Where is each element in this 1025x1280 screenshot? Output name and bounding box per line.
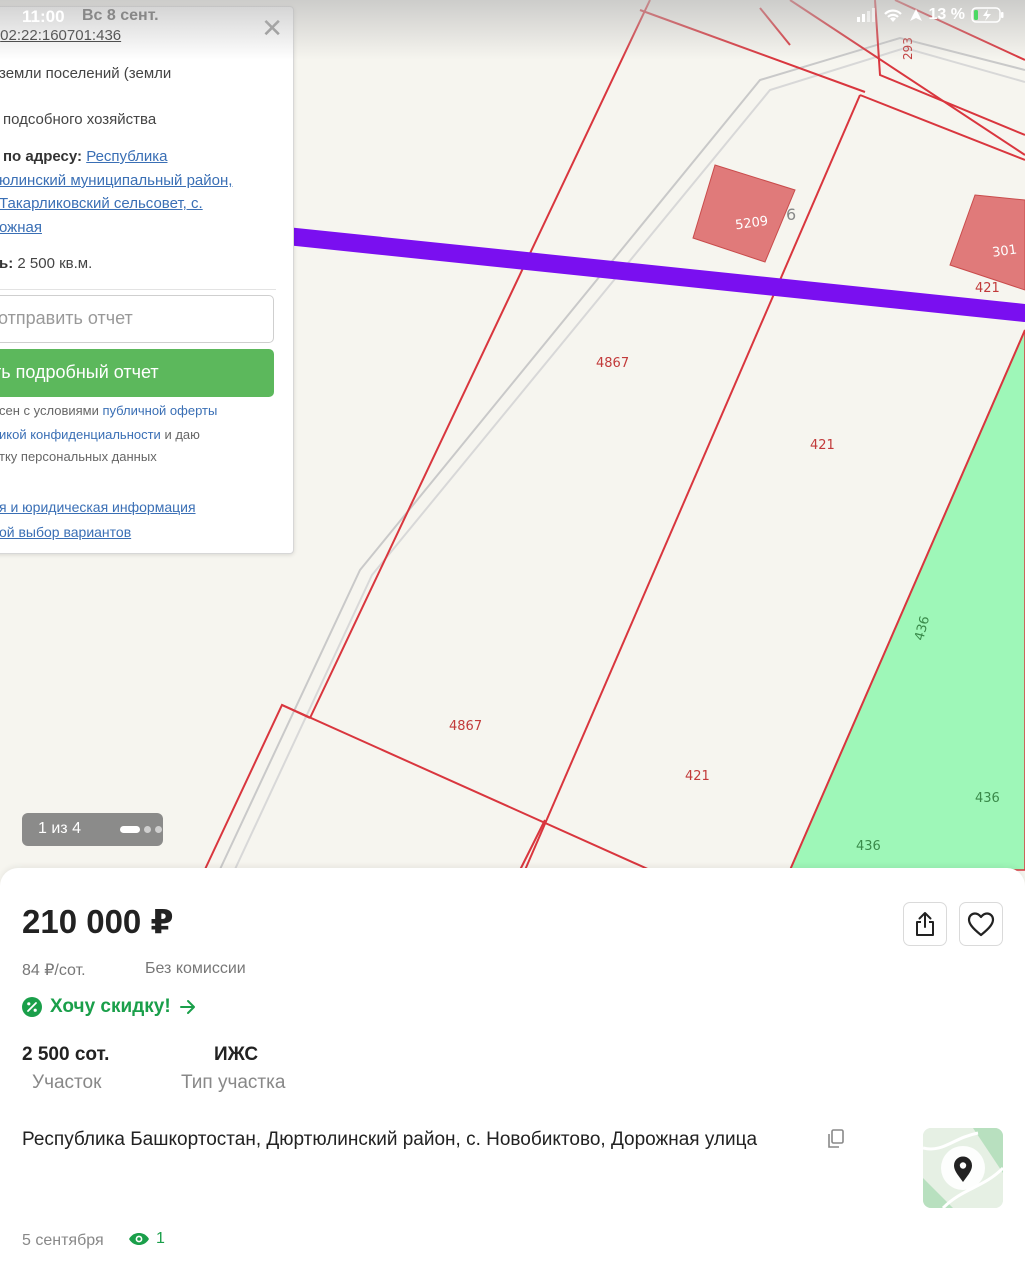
listing-date: 5 сентября — [22, 1232, 104, 1249]
gallery-dots — [120, 826, 162, 833]
listing-address: Республика Башкортостан, Дюртюлинский ра… — [22, 1129, 758, 1150]
land-use: подсобного хозяйства — [3, 111, 157, 128]
area-value: 2 500 кв.м. — [17, 255, 93, 272]
share-button[interactable] — [903, 902, 947, 946]
legal-info-link: я и юридическая информация — [0, 499, 196, 515]
location-arrow-icon — [909, 9, 922, 21]
terms-text-2: и даю — [160, 427, 200, 442]
address-link-3: Такарликовский сельсовет, с. — [0, 195, 203, 212]
commission: Без комиссии — [145, 960, 246, 977]
area-row: ь: 2 500 кв.м. — [0, 255, 92, 272]
wifi-icon — [883, 9, 902, 22]
plot-area-value: 2 500 сот. — [22, 1044, 110, 1065]
gallery-dot — [144, 826, 151, 833]
privacy-link: икой конфиденциальности — [0, 427, 161, 442]
heart-icon — [967, 912, 995, 937]
label-436-b: 436 — [975, 791, 1000, 806]
favorite-button[interactable] — [959, 902, 1003, 946]
status-bar: 11:00 Вс 8 сент. 13 % — [0, 0, 1025, 60]
terms-text-1: сен с условиями — [0, 403, 103, 418]
price-per-unit: 84 ₽/сот. — [22, 962, 86, 979]
label-4867-b: 4867 — [449, 719, 482, 734]
plot-area-label: Участок — [32, 1072, 102, 1093]
address-link-2: юлинский муниципальный район, — [0, 172, 233, 189]
land-category: земли поселений (земли — [0, 65, 172, 82]
terms-line-1: сен с условиями публичной оферты — [0, 403, 217, 418]
label-6: 6 — [786, 205, 796, 224]
map-thumbnail-graphic — [923, 1128, 1003, 1208]
views-number: 1 — [156, 1230, 165, 1247]
label-4867-a: 4867 — [596, 356, 629, 371]
copy-icon — [828, 1129, 844, 1148]
area-label: ь: — [0, 255, 14, 272]
listing-card: 210 000 ₽ 84 ₽/сот. Без комиссии Хочу ск… — [0, 868, 1025, 1280]
listing-price: 210 000 ₽ — [22, 903, 174, 940]
battery-percent: 13 % — [928, 6, 965, 23]
signal-icon — [856, 8, 875, 22]
map-thumbnail[interactable] — [923, 1128, 1003, 1208]
status-right: 13 % — [856, 6, 1005, 24]
plot-type-value: ИЖС — [214, 1044, 259, 1065]
copy-address-button[interactable] — [826, 1128, 846, 1155]
address-label: по адресу: — [3, 148, 83, 165]
percent-badge-icon — [22, 997, 42, 1017]
offer-link: публичной оферты — [102, 403, 218, 418]
eye-icon — [129, 1233, 149, 1245]
plot-type-label: Тип участка — [181, 1072, 286, 1093]
status-date: Вс 8 сент. — [82, 7, 159, 24]
share-icon — [916, 912, 934, 936]
discount-label: Хочу скидку! — [50, 996, 171, 1017]
gallery-dot-active — [120, 826, 140, 833]
listing-photo[interactable]: 5209 6 301 293 421 4867 421 436 4867 421… — [0, 0, 1025, 900]
label-421-c: 421 — [685, 769, 710, 784]
gallery-dot — [155, 826, 162, 833]
gallery-counter: 1 из 4 — [22, 813, 163, 846]
terms-line-2: икой конфиденциальности и даю — [0, 427, 200, 442]
status-time: 11:00 — [22, 7, 65, 26]
views-count: 1 — [128, 1230, 165, 1248]
label-436-c: 436 — [856, 839, 881, 854]
send-report-button: отправить отчет — [0, 295, 274, 343]
address-link-4: ожная — [0, 219, 42, 236]
battery-charging-icon — [971, 7, 1004, 23]
arrow-right-icon — [179, 1000, 195, 1014]
personal-data-link: тку персональных данных — [0, 449, 157, 464]
label-421-b: 421 — [810, 438, 835, 453]
address-row: по адресу: Республика — [3, 148, 167, 165]
panel-divider — [0, 289, 276, 290]
label-421-a: 421 — [975, 281, 1000, 296]
variants-link: ой выбор вариантов — [0, 524, 132, 540]
cadastral-info-panel: ✕ : 02:22:160701:436 земли поселений (зе… — [0, 6, 294, 554]
address-link-1: Республика — [86, 148, 168, 165]
gallery-counter-text: 1 из 4 — [38, 820, 81, 837]
discount-link[interactable]: Хочу скидку! — [22, 996, 197, 1018]
detailed-report-button: ть подробный отчет — [0, 349, 274, 397]
